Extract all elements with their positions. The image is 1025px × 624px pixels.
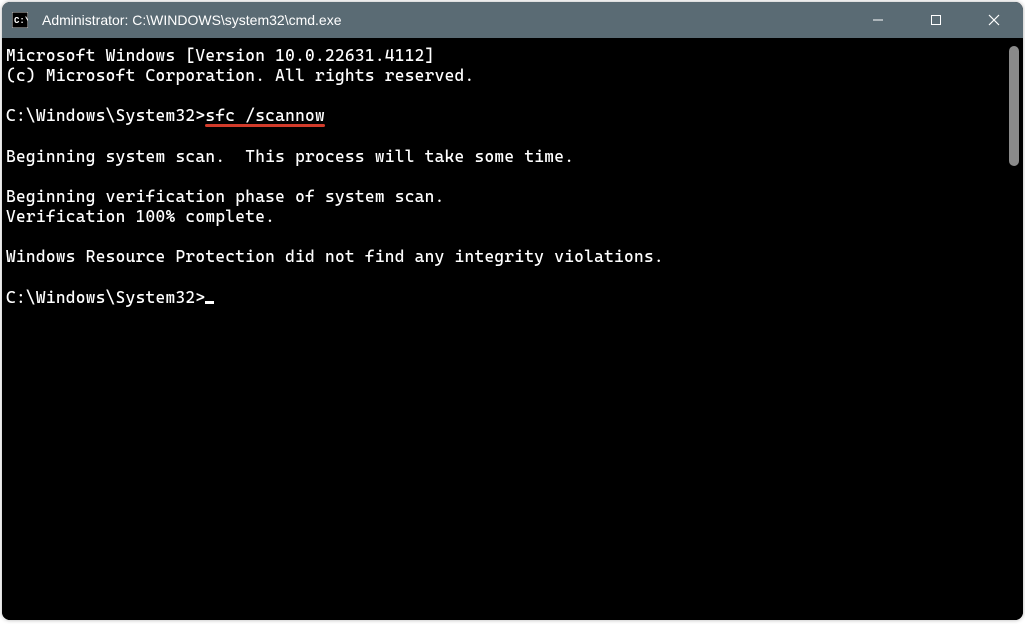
scrollbar-thumb[interactable] bbox=[1009, 46, 1019, 166]
prompt: C:\Windows\System32> bbox=[6, 288, 205, 307]
minimize-icon bbox=[872, 14, 884, 26]
terminal-area: Microsoft Windows [Version 10.0.22631.41… bbox=[2, 38, 1023, 620]
output-line: Beginning verification phase of system s… bbox=[6, 187, 445, 206]
window-title: Administrator: C:\WINDOWS\system32\cmd.e… bbox=[38, 12, 849, 28]
output-line: (c) Microsoft Corporation. All rights re… bbox=[6, 66, 475, 85]
cmd-window: C:\ Administrator: C:\WINDOWS\system32\c… bbox=[2, 2, 1023, 620]
annotation-underline bbox=[205, 124, 325, 127]
prompt-line: C:\Windows\System32> bbox=[6, 288, 214, 307]
command: sfc /scannow bbox=[205, 106, 325, 125]
prompt: C:\Windows\System32> bbox=[6, 106, 205, 125]
maximize-button[interactable] bbox=[907, 2, 965, 38]
output-line: Verification 100% complete. bbox=[6, 207, 275, 226]
maximize-icon bbox=[930, 14, 942, 26]
command-text: sfc /scannow bbox=[205, 106, 325, 125]
svg-text:C:\: C:\ bbox=[14, 16, 28, 26]
minimize-button[interactable] bbox=[849, 2, 907, 38]
output-line: Beginning system scan. This process will… bbox=[6, 147, 574, 166]
close-icon bbox=[988, 14, 1000, 26]
output-line: Microsoft Windows [Version 10.0.22631.41… bbox=[6, 46, 435, 65]
titlebar[interactable]: C:\ Administrator: C:\WINDOWS\system32\c… bbox=[2, 2, 1023, 38]
scrollbar-track[interactable] bbox=[1007, 38, 1021, 620]
cmd-icon: C:\ bbox=[12, 12, 28, 28]
close-button[interactable] bbox=[965, 2, 1023, 38]
prompt-line: C:\Windows\System32>sfc /scannow bbox=[6, 106, 325, 125]
window-controls bbox=[849, 2, 1023, 38]
terminal-output[interactable]: Microsoft Windows [Version 10.0.22631.41… bbox=[2, 38, 1007, 620]
output-line: Windows Resource Protection did not find… bbox=[6, 247, 664, 266]
cursor bbox=[205, 301, 214, 304]
